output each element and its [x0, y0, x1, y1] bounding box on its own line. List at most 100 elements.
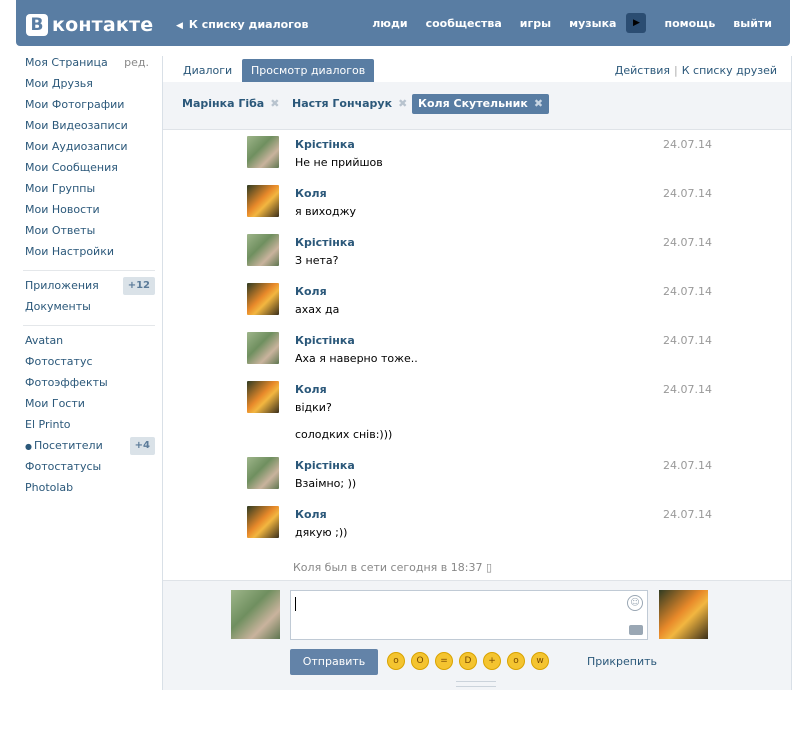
send-button[interactable]: Отправить	[290, 649, 378, 675]
emoji-scream-icon[interactable]: O	[411, 652, 429, 670]
message-text: Не не прийшов	[295, 156, 383, 169]
sidebar-app-avatan[interactable]: Avatan	[25, 334, 155, 355]
chevron-left-icon: ◀	[176, 21, 183, 31]
message-date: 24.07.14	[663, 285, 712, 298]
sidebar-item-news[interactable]: Мои Новости	[25, 203, 155, 224]
divider	[23, 270, 155, 271]
message-item: Коля 24.07.14 відки? солодких снів:)))	[247, 375, 717, 451]
actions-link[interactable]: Действия	[615, 64, 670, 77]
nav-people[interactable]: люди	[372, 17, 407, 30]
message-item: Коля 24.07.14 я виходжу	[247, 179, 717, 228]
peer-tab-nastya[interactable]: Настя Гончарук ✖	[286, 94, 413, 114]
message-date: 24.07.14	[663, 187, 712, 200]
tab-dialogs[interactable]: Диалоги	[174, 59, 241, 82]
text-caret	[295, 597, 296, 611]
emoji-flushed-icon[interactable]: o	[387, 652, 405, 670]
play-icon[interactable]: ▶	[626, 13, 647, 33]
dot-icon: ●	[25, 442, 32, 451]
logo[interactable]: В контакте	[26, 13, 153, 37]
edit-link[interactable]: ред.	[124, 56, 149, 70]
sidebar-item-apps[interactable]: Приложения +12	[25, 277, 155, 300]
emoji-praise-hands-icon[interactable]: w	[531, 652, 549, 670]
message-date: 24.07.14	[663, 138, 712, 151]
sidebar-item-settings[interactable]: Мои Настройки	[25, 245, 155, 266]
sidebar-app-elprinto[interactable]: El Printo	[25, 418, 155, 439]
message-item: Крістінка 24.07.14 З нета?	[247, 228, 717, 277]
emoji-thumbs-up-icon[interactable]: +	[483, 652, 501, 670]
close-icon[interactable]: ✖	[270, 97, 279, 110]
tab-view-dialogs[interactable]: Просмотр диалогов	[242, 59, 375, 82]
message-date: 24.07.14	[663, 459, 712, 472]
avatar[interactable]	[247, 136, 279, 168]
message-author[interactable]: Коля	[295, 383, 327, 396]
peer-tab-marinka[interactable]: Марінка Гіба ✖	[176, 94, 285, 114]
sidebar-app-visitors[interactable]: ● Посетители +4	[25, 437, 155, 460]
top-header: В контакте ◀ К списку диалогов люди сообщ…	[16, 0, 790, 46]
avatar[interactable]	[247, 283, 279, 315]
sidebar-item-answers[interactable]: Мои Ответы	[25, 224, 155, 245]
avatar[interactable]	[247, 185, 279, 217]
avatar[interactable]	[247, 457, 279, 489]
sidebar-item-audios[interactable]: Мои Аудиозаписи	[25, 140, 155, 161]
emoji-surprised-icon[interactable]: o	[507, 652, 525, 670]
sidebar-item-messages[interactable]: Мои Сообщения	[25, 161, 155, 182]
nav-logout[interactable]: выйти	[733, 17, 772, 30]
divider	[23, 325, 155, 326]
message-author[interactable]: Крістінка	[295, 236, 355, 249]
message-author[interactable]: Коля	[295, 285, 327, 298]
emoji-bar: o O = D + o w	[387, 652, 555, 670]
peer-tab-kolya[interactable]: Коля Скутельник ✖	[412, 94, 550, 114]
to-friends-link[interactable]: К списку друзей	[682, 64, 777, 77]
message-text: я виходжу	[295, 205, 357, 218]
message-input[interactable]: ☺	[290, 590, 648, 640]
message-text: Взаімно; ))	[295, 477, 357, 490]
message-item: Крістінка 24.07.14 Аха я наверно тоже..	[247, 326, 717, 375]
emoji-grimace-icon[interactable]: =	[435, 652, 453, 670]
sidebar-item-groups[interactable]: Мои Группы	[25, 182, 155, 203]
message-item: Коля 24.07.14 дякую ;))	[247, 500, 717, 549]
nav-music[interactable]: музыка	[569, 17, 616, 30]
logo-icon: В	[26, 14, 48, 36]
sidebar-item-videos[interactable]: Мои Видеозаписи	[25, 119, 155, 140]
logo-text: контакте	[52, 14, 154, 36]
my-avatar[interactable]	[231, 590, 280, 639]
sidebar-app-photoeffects[interactable]: Фотоэффекты	[25, 376, 155, 397]
visitors-badge: +4	[129, 437, 155, 455]
message-author[interactable]: Коля	[295, 508, 327, 521]
peer-avatar[interactable]	[659, 590, 708, 639]
avatar[interactable]	[247, 332, 279, 364]
tab-actions: Действия | К списку друзей	[614, 64, 777, 77]
emoji-laugh-icon[interactable]: D	[459, 652, 477, 670]
avatar[interactable]	[247, 506, 279, 538]
close-icon[interactable]: ✖	[398, 97, 407, 110]
sidebar-app-photolab[interactable]: Photolab	[25, 481, 155, 502]
close-icon[interactable]: ✖	[534, 97, 543, 110]
message-author[interactable]: Крістінка	[295, 334, 355, 347]
message-item: Крістінка 24.07.14 Не не прийшов	[247, 130, 717, 179]
sidebar-app-photostatuses[interactable]: Фотостатусы	[25, 460, 155, 481]
message-author[interactable]: Крістінка	[295, 459, 355, 472]
message-date: 24.07.14	[663, 508, 712, 521]
nav-communities[interactable]: сообщества	[426, 17, 502, 30]
resize-handle[interactable]	[456, 681, 496, 687]
sidebar-item-friends[interactable]: Мои Друзья	[25, 77, 155, 98]
sidebar-item-docs[interactable]: Документы	[25, 300, 155, 321]
nav-help[interactable]: помощь	[664, 17, 715, 30]
sidebar-item-my-page[interactable]: Моя Страница ред.	[25, 56, 155, 77]
smile-icon[interactable]: ☺	[627, 595, 643, 611]
sidebar-app-photostatus[interactable]: Фотостатус	[25, 355, 155, 376]
apps-badge: +12	[122, 277, 155, 295]
mobile-icon: ▯	[485, 561, 493, 574]
message-text: відки?	[295, 401, 332, 414]
message-author[interactable]: Крістінка	[295, 138, 355, 151]
message-author[interactable]: Коля	[295, 187, 327, 200]
sidebar-app-guests[interactable]: Мои Гости	[25, 397, 155, 418]
attach-link[interactable]: Прикрепить	[587, 655, 657, 668]
nav-games[interactable]: игры	[520, 17, 551, 30]
left-sidebar: Моя Страница ред. Мои Друзья Мои Фотограф…	[23, 56, 155, 502]
avatar[interactable]	[247, 234, 279, 266]
sidebar-item-photos[interactable]: Мои Фотографии	[25, 98, 155, 119]
avatar[interactable]	[247, 381, 279, 413]
camera-icon[interactable]	[629, 625, 643, 635]
back-to-dialogs-link[interactable]: ◀ К списку диалогов	[176, 18, 308, 31]
